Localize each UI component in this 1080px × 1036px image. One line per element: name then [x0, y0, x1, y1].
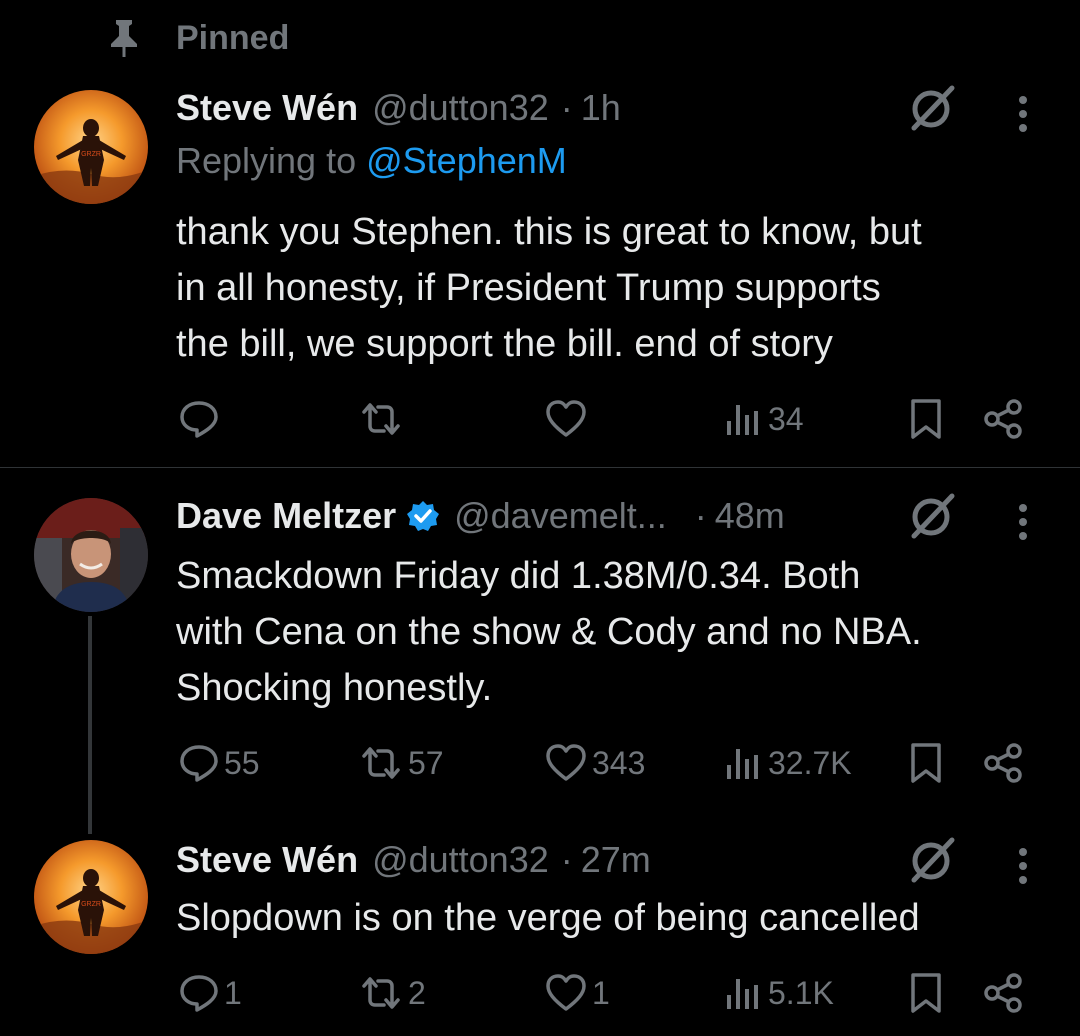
- share-button[interactable]: [982, 394, 1026, 444]
- tweet-text-line: with Cena on the show & Cody and no NBA.: [176, 611, 922, 653]
- display-name[interactable]: Dave Meltzer: [176, 495, 396, 537]
- tweet-text-line: Smackdown Friday did 1.38M/0.34. Both: [176, 555, 861, 597]
- reply-icon: [180, 745, 218, 782]
- grok-icon[interactable]: [906, 834, 958, 886]
- reply-button[interactable]: [178, 394, 224, 444]
- reply-button[interactable]: 55: [178, 738, 260, 788]
- views-icon: [727, 405, 758, 435]
- tweet-text-line: Shocking honestly.: [176, 667, 493, 709]
- timestamp[interactable]: 1h: [581, 87, 621, 129]
- like-button[interactable]: 343: [544, 738, 645, 788]
- view-count: 34: [768, 400, 804, 437]
- views-button[interactable]: 5.1K: [724, 968, 834, 1018]
- timestamp[interactable]: 27m: [581, 839, 651, 881]
- separator-dot: ·: [694, 495, 707, 536]
- display-name[interactable]: Steve Wén: [176, 87, 358, 129]
- share-icon: [984, 973, 1022, 1013]
- bookmark-button[interactable]: [908, 738, 944, 788]
- avatar-logo-text: GRZR: [81, 901, 101, 908]
- repost-count: 57: [408, 744, 444, 781]
- tweet-text-line: in all honesty, if President Trump suppo…: [176, 267, 881, 309]
- more-options-icon[interactable]: [1008, 86, 1038, 142]
- tweet-2[interactable]: Dave Meltzer @davemelt... · 48m Smackdow…: [0, 468, 1080, 828]
- display-name[interactable]: Steve Wén: [176, 839, 358, 881]
- tweet-header: Dave Meltzer @davemelt... · 48m: [176, 492, 785, 540]
- views-icon: [727, 979, 758, 1009]
- like-count: 1: [592, 974, 610, 1011]
- repost-button[interactable]: 2: [358, 968, 426, 1018]
- heart-icon: [546, 400, 586, 437]
- reply-count: 55: [224, 744, 260, 781]
- timestamp[interactable]: 48m: [715, 495, 785, 537]
- reply-count: 1: [224, 974, 242, 1011]
- avatar-logo-text: GRZR: [81, 151, 101, 158]
- user-handle[interactable]: @dutton32: [372, 87, 549, 129]
- thread-connector-line: [88, 616, 92, 834]
- tweet-3[interactable]: GRZR Steve Wén @dutton32 · 27m Slopdown …: [0, 828, 1080, 1036]
- views-button[interactable]: 34: [724, 394, 804, 444]
- reply-icon: [180, 401, 218, 438]
- heart-icon: [546, 744, 586, 781]
- bookmark-icon: [911, 973, 941, 1013]
- replying-to-label: Replying to: [176, 140, 357, 181]
- user-handle[interactable]: @dutton32: [372, 839, 549, 881]
- share-icon: [984, 399, 1022, 439]
- tweet-text-line: the bill, we support the bill. end of st…: [176, 323, 833, 365]
- repost-count: 2: [408, 974, 426, 1011]
- repost-icon: [362, 977, 400, 1009]
- bookmark-icon: [911, 743, 941, 783]
- share-button[interactable]: [982, 738, 1026, 788]
- tweet-header: Steve Wén @dutton32 · 1h: [176, 84, 621, 132]
- repost-button[interactable]: [358, 394, 408, 444]
- grok-icon[interactable]: [906, 82, 958, 134]
- share-button[interactable]: [982, 968, 1026, 1018]
- like-button[interactable]: [544, 394, 592, 444]
- avatar[interactable]: GRZR: [34, 90, 148, 204]
- share-icon: [984, 743, 1022, 783]
- tweet-text: Smackdown Friday did 1.38M/0.34. Both wi…: [176, 548, 1046, 716]
- view-count: 32.7K: [768, 744, 852, 781]
- svg-text:GRZR: GRZR: [81, 151, 101, 158]
- reply-button[interactable]: 1: [178, 968, 242, 1018]
- tweet-header: Steve Wén @dutton32 · 27m: [176, 836, 651, 884]
- tweet-text-line: Slopdown is on the verge of being cancel…: [176, 897, 920, 939]
- bookmark-button[interactable]: [908, 394, 944, 444]
- replying-to: Replying to @StephenM: [176, 140, 567, 182]
- tweet-1[interactable]: GRZR Steve Wén @dutton32 · 1h Replying t…: [0, 0, 1080, 467]
- bookmark-icon: [911, 399, 941, 439]
- avatar[interactable]: [34, 498, 148, 612]
- verified-badge-icon: [406, 499, 440, 533]
- tweet-actions: 55 57 343 32.7K: [0, 738, 1080, 788]
- svg-text:GRZR: GRZR: [81, 901, 101, 908]
- repost-icon: [362, 403, 400, 435]
- views-button[interactable]: 32.7K: [724, 738, 852, 788]
- tweet-text-line: thank you Stephen. this is great to know…: [176, 211, 922, 253]
- views-icon: [727, 749, 758, 779]
- grok-icon[interactable]: [906, 490, 958, 542]
- view-count: 5.1K: [768, 974, 834, 1011]
- avatar[interactable]: GRZR: [34, 840, 148, 954]
- separator-dot: ·: [560, 87, 573, 128]
- bookmark-button[interactable]: [908, 968, 944, 1018]
- repost-button[interactable]: 57: [358, 738, 444, 788]
- more-options-icon[interactable]: [1008, 494, 1038, 550]
- reply-icon: [180, 975, 218, 1012]
- heart-icon: [546, 974, 586, 1011]
- like-button[interactable]: 1: [544, 968, 610, 1018]
- tweet-text: Slopdown is on the verge of being cancel…: [176, 890, 1046, 946]
- repost-icon: [362, 747, 400, 779]
- mention-link[interactable]: @StephenM: [366, 140, 567, 181]
- tweet-actions: 34: [0, 394, 1080, 444]
- tweet-actions: 1 2 1 5.1K: [0, 968, 1080, 1018]
- like-count: 343: [592, 744, 646, 781]
- user-handle[interactable]: @davemelt...: [454, 495, 667, 537]
- tweet-text: thank you Stephen. this is great to know…: [176, 204, 1046, 372]
- separator-dot: ·: [560, 839, 573, 880]
- more-options-icon[interactable]: [1008, 838, 1038, 894]
